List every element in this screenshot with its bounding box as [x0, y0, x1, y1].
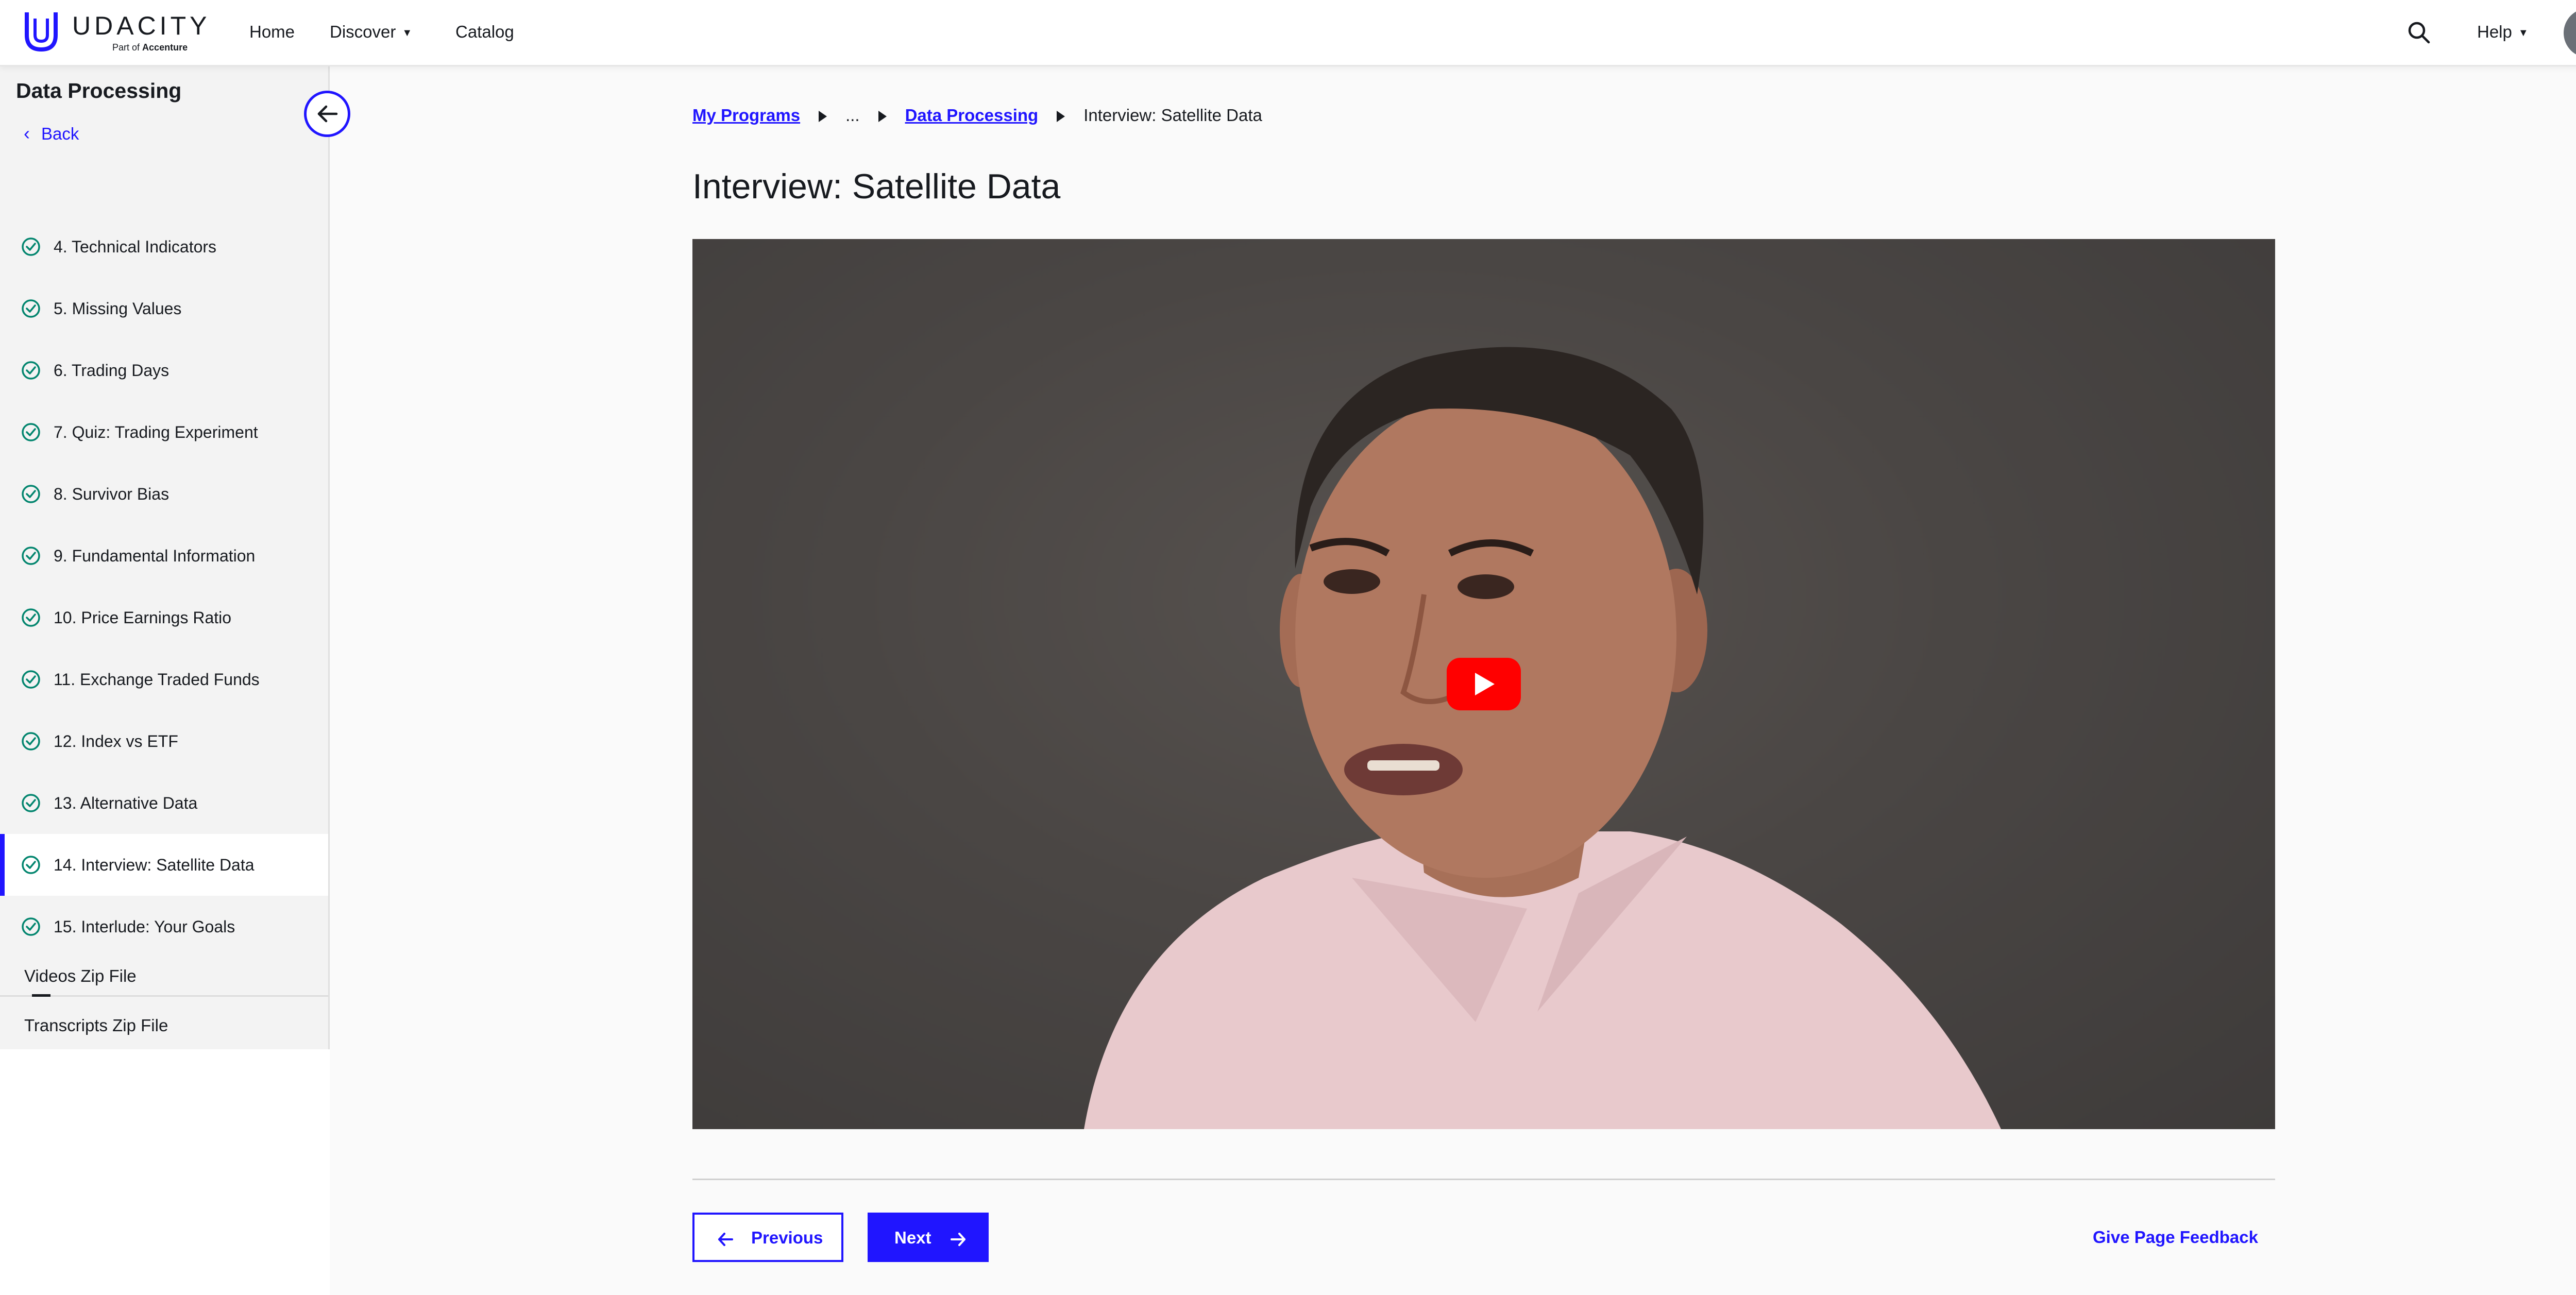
sidebar-lesson-item[interactable]: 10. Price Earnings Ratio: [0, 587, 328, 649]
play-icon: [1475, 673, 1495, 695]
sidebar-lesson-label: 13. Alternative Data: [54, 794, 198, 812]
sidebar-tab-indicator: [32, 994, 50, 997]
check-circle-icon: [22, 917, 40, 936]
check-circle-icon: [22, 361, 40, 380]
top-navigation-bar: UDACITY Part of Accenture Home Discover ▼…: [0, 0, 2576, 66]
sidebar-lesson-item[interactable]: 13. Alternative Data: [0, 772, 328, 834]
sidebar-empty-area: [0, 1049, 330, 1295]
lesson-sidebar: Data Processing ‹ Back 4. Technical Indic…: [0, 66, 330, 1049]
sidebar-lesson-label: 7. Quiz: Trading Experiment: [54, 423, 258, 441]
breadcrumb-current: Interview: Satellite Data: [1083, 106, 1262, 125]
logo-wordmark: UDACITY: [72, 11, 211, 40]
next-label: Next: [894, 1228, 931, 1247]
check-circle-icon: [22, 299, 40, 318]
nav-home[interactable]: Home: [249, 21, 295, 43]
sidebar-lesson-label: 10. Price Earnings Ratio: [54, 608, 232, 627]
previous-button[interactable]: Previous: [692, 1213, 843, 1262]
next-button[interactable]: Next: [868, 1213, 989, 1262]
logo-sub-brand: Accenture: [142, 42, 188, 53]
page-title: Interview: Satellite Data: [692, 167, 1061, 206]
sidebar-lesson-item[interactable]: 6. Trading Days: [0, 339, 328, 401]
previous-label: Previous: [751, 1228, 823, 1247]
breadcrumb-ellipsis[interactable]: ...: [845, 106, 860, 125]
sidebar-lesson-item[interactable]: 5. Missing Values: [0, 278, 328, 339]
sidebar-lesson-label: 4. Technical Indicators: [54, 237, 217, 256]
nav-catalog[interactable]: Catalog: [455, 21, 514, 43]
video-player[interactable]: [692, 239, 2275, 1129]
breadcrumb-my-programs[interactable]: My Programs: [692, 106, 800, 125]
collapse-sidebar-button[interactable]: [304, 91, 350, 137]
arrow-left-icon: [718, 1233, 733, 1246]
sidebar-lesson-label: 14. Interview: Satellite Data: [54, 856, 255, 874]
nav-discover[interactable]: Discover ▼: [330, 21, 412, 44]
videos-zip-download[interactable]: Videos Zip File: [24, 965, 137, 987]
logo-sub-prefix: Part of: [112, 42, 140, 53]
youtube-play-button[interactable]: [1447, 658, 1521, 710]
sidebar-lesson-item[interactable]: 14. Interview: Satellite Data: [0, 834, 328, 896]
sidebar-lesson-item[interactable]: 12. Index vs ETF: [0, 710, 328, 772]
sidebar-lesson-label: 15. Interlude: Your Goals: [54, 917, 235, 936]
chevron-left-icon: ‹: [24, 123, 30, 144]
check-circle-icon: [22, 608, 40, 627]
sidebar-lesson-item[interactable]: 4. Technical Indicators: [0, 216, 328, 278]
sidebar-lesson-label: 9. Fundamental Information: [54, 547, 256, 565]
sidebar-lesson-label: 5. Missing Values: [54, 299, 182, 318]
back-label: Back: [41, 124, 79, 143]
sidebar-lesson-label: 6. Trading Days: [54, 361, 170, 380]
nav-discover-label: Discover: [330, 22, 396, 41]
search-icon[interactable]: [2407, 21, 2431, 44]
breadcrumb-separator-icon: [819, 111, 827, 123]
breadcrumb-separator-icon: [878, 111, 887, 123]
arrow-left-icon: [317, 105, 338, 123]
breadcrumb: My Programs... Data Processing Interview: …: [692, 103, 1262, 129]
user-avatar[interactable]: HC: [2564, 8, 2576, 58]
check-circle-icon: [22, 670, 40, 689]
arrow-right-icon: [951, 1233, 965, 1246]
sidebar-title: Data Processing: [16, 79, 182, 103]
logo-subtitle: Part of Accenture: [112, 42, 188, 53]
transcripts-zip-download[interactable]: Transcripts Zip File: [24, 1014, 168, 1037]
check-circle-icon: [22, 485, 40, 503]
sidebar-lesson-item[interactable]: 7. Quiz: Trading Experiment: [0, 401, 328, 463]
caret-down-icon: ▼: [2518, 27, 2529, 39]
udacity-logo[interactable]: UDACITY Part of Accenture: [23, 7, 207, 57]
sidebar-lesson-item[interactable]: 8. Survivor Bias: [0, 463, 328, 525]
check-circle-icon: [22, 423, 40, 441]
check-circle-icon: [22, 547, 40, 565]
breadcrumb-separator-icon: [1057, 111, 1065, 123]
sidebar-lesson-label: 12. Index vs ETF: [54, 732, 178, 751]
content-divider: [692, 1179, 2275, 1180]
udacity-logo-mark-icon: [25, 12, 58, 52]
sidebar-lesson-label: 8. Survivor Bias: [54, 485, 170, 503]
give-feedback-link[interactable]: Give Page Feedback: [2093, 1226, 2258, 1249]
nav-help-label: Help: [2477, 22, 2512, 41]
sidebar-lesson-label: 11. Exchange Traded Funds: [54, 670, 260, 689]
sidebar-lesson-item[interactable]: 9. Fundamental Information: [0, 525, 328, 587]
check-circle-icon: [22, 237, 40, 256]
back-link[interactable]: ‹ Back: [24, 122, 79, 145]
caret-down-icon: ▼: [402, 27, 413, 39]
breadcrumb-data-processing[interactable]: Data Processing: [905, 106, 1039, 125]
check-circle-icon: [22, 794, 40, 812]
sidebar-lesson-item[interactable]: 11. Exchange Traded Funds: [0, 649, 328, 710]
check-circle-icon: [22, 856, 40, 874]
nav-help[interactable]: Help ▼: [2477, 21, 2529, 44]
sidebar-lesson-item[interactable]: 15. Interlude: Your Goals: [0, 896, 328, 958]
check-circle-icon: [22, 732, 40, 751]
